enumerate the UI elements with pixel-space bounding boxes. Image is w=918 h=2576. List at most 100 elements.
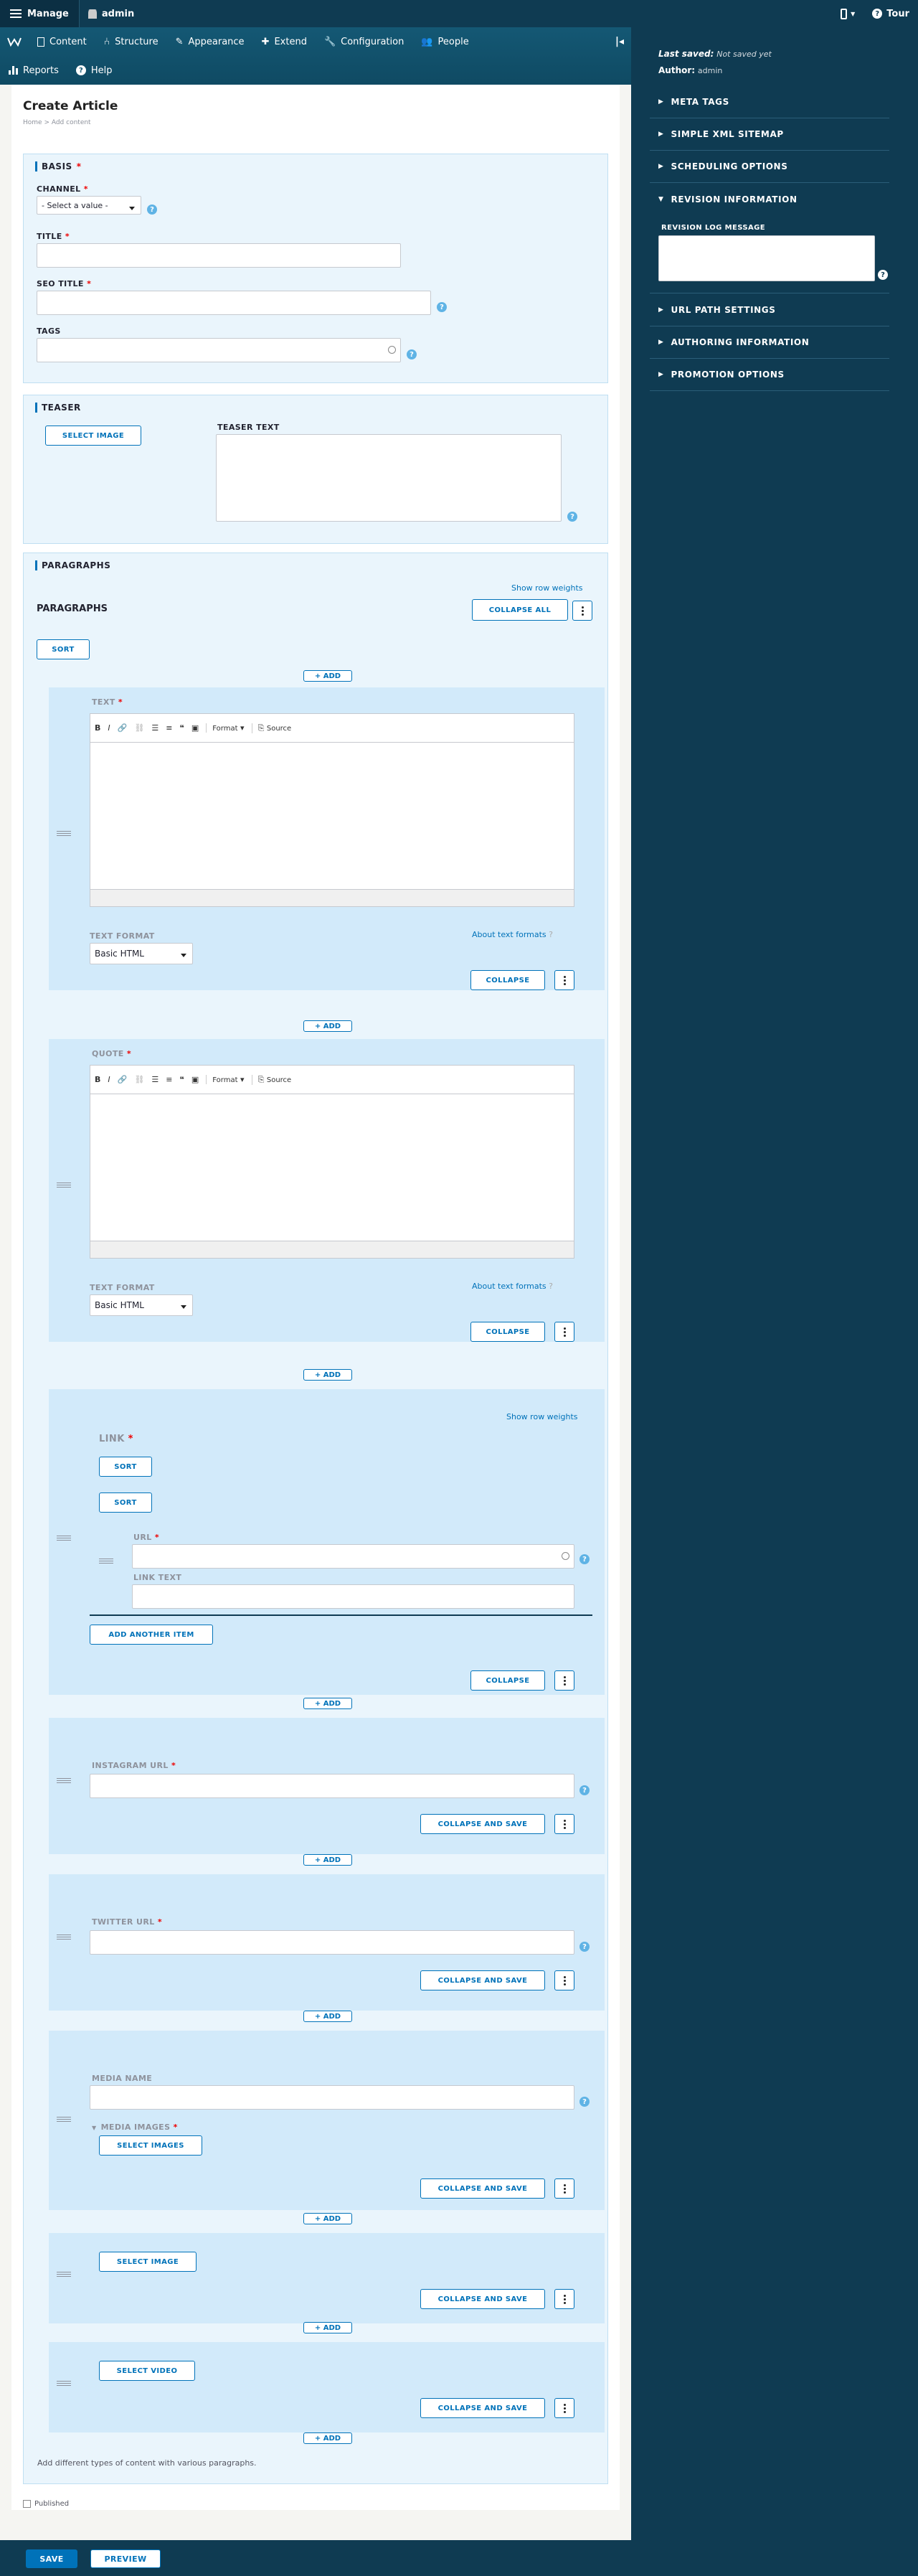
sidebar-section-revision-information[interactable]: ▼ REVISION INFORMATION [650, 183, 889, 215]
instagram-actions-menu[interactable] [554, 1814, 574, 1834]
add-paragraph-button[interactable]: + ADD [303, 1854, 352, 1866]
menu-people[interactable]: 👥 People [412, 27, 477, 56]
teaser-text-help-icon[interactable]: ? [567, 512, 577, 522]
select-images-button[interactable]: SELECT IMAGES [99, 2135, 202, 2156]
drag-handle-icon[interactable] [99, 1559, 113, 1566]
drag-handle-icon[interactable] [57, 1183, 71, 1190]
triangle-down-icon[interactable]: ▼ [92, 2125, 97, 2131]
drag-handle-icon[interactable] [57, 2117, 71, 2124]
tour-button[interactable]: ? Tour [863, 0, 918, 27]
published-checkbox[interactable] [23, 2500, 31, 2508]
teaser-select-image-button[interactable]: SELECT IMAGE [45, 426, 141, 446]
paragraphs-actions-menu[interactable] [572, 601, 592, 621]
video-collapse-save-button[interactable]: COLLAPSE AND SAVE [420, 2398, 545, 2418]
quote-actions-menu[interactable] [554, 1322, 574, 1342]
link-icon[interactable]: 🔗 [118, 1075, 128, 1084]
unlink-icon[interactable]: ⛓ [134, 723, 144, 733]
add-paragraph-button[interactable]: + ADD [303, 2011, 352, 2022]
drag-handle-icon[interactable] [57, 2381, 71, 2388]
twitter-url-input[interactable] [90, 1930, 574, 1955]
image-actions-menu[interactable] [554, 2289, 574, 2309]
sidebar-section-url-path-settings[interactable]: ▶ URL PATH SETTINGS [650, 294, 889, 326]
instagram-url-input[interactable] [90, 1774, 574, 1798]
text-editor[interactable]: B I 🔗 ⛓ ☰ ≡ ❝ ▣ Format ▾ ⎘ Source [90, 713, 574, 907]
home-logo-icon[interactable] [0, 37, 29, 47]
add-paragraph-button[interactable]: + ADD [303, 1020, 352, 1032]
add-paragraph-button[interactable]: + ADD [303, 2432, 352, 2444]
menu-appearance[interactable]: ✎ Appearance [167, 27, 253, 56]
add-another-item-button[interactable]: ADD ANOTHER ITEM [90, 1625, 213, 1645]
menu-help[interactable]: ? Help [67, 56, 121, 85]
sidebar-section-promotion-options[interactable]: ▶ PROMOTION OPTIONS [650, 359, 889, 391]
media-name-input[interactable] [90, 2085, 574, 2110]
tags-help-icon[interactable]: ? [407, 349, 417, 359]
unlink-icon[interactable]: ⛓ [134, 1075, 144, 1084]
show-row-weights-link[interactable]: Show row weights [511, 583, 583, 593]
italic-button[interactable]: I [108, 723, 110, 733]
sidebar-section-scheduling-options[interactable]: ▶ SCHEDULING OPTIONS [650, 151, 889, 183]
add-paragraph-button[interactable]: + ADD [303, 2213, 352, 2224]
drag-handle-icon[interactable] [57, 2272, 71, 2279]
format-dropdown[interactable]: Format ▾ [206, 1075, 245, 1084]
about-text-formats-link[interactable]: About text formats ? [472, 1282, 553, 1291]
twitter-actions-menu[interactable] [554, 1970, 574, 1990]
quote-collapse-button[interactable]: COLLAPSE [470, 1322, 545, 1342]
user-menu[interactable]: admin [78, 0, 143, 27]
source-button[interactable]: ⎘ Source [251, 1074, 291, 1085]
bold-button[interactable]: B [95, 723, 100, 733]
quote-format-select[interactable]: Basic HTML [90, 1294, 193, 1316]
quote-editor[interactable]: B I 🔗 ⛓ ☰ ≡ ❝ ▣ Format ▾ ⎘ Source [90, 1065, 574, 1259]
seo-title-help-icon[interactable]: ? [437, 302, 447, 312]
tags-input[interactable] [37, 338, 401, 362]
numbered-list-icon[interactable]: ≡ [166, 1075, 172, 1084]
tray-orientation-toggle[interactable]: |◂ [607, 27, 631, 56]
blockquote-icon[interactable]: ❝ [179, 1075, 184, 1084]
media-actions-menu[interactable] [554, 2178, 574, 2199]
select-image-button[interactable]: SELECT IMAGE [99, 2252, 197, 2272]
menu-content[interactable]: Content [29, 27, 95, 56]
text-actions-menu[interactable] [554, 970, 574, 990]
bulleted-list-icon[interactable]: ☰ [151, 723, 158, 733]
twitter-collapse-save-button[interactable]: COLLAPSE AND SAVE [420, 1970, 545, 1990]
text-format-select[interactable]: Basic HTML [90, 943, 193, 964]
link-sort-button-1[interactable]: SORT [99, 1457, 152, 1477]
link-icon[interactable]: 🔗 [118, 723, 128, 733]
twitter-url-help-icon[interactable]: ? [579, 1942, 590, 1952]
title-input[interactable] [37, 243, 401, 268]
manage-toggle[interactable]: Manage [0, 0, 79, 27]
image-collapse-save-button[interactable]: COLLAPSE AND SAVE [420, 2289, 545, 2309]
collapse-all-button[interactable]: COLLAPSE ALL [472, 599, 568, 621]
preview-button[interactable]: PREVIEW [90, 2549, 161, 2568]
numbered-list-icon[interactable]: ≡ [166, 723, 172, 733]
add-paragraph-button[interactable]: + ADD [303, 2322, 352, 2333]
menu-structure[interactable]: ⑃ Structure [95, 27, 167, 56]
teaser-text-textarea[interactable] [216, 434, 562, 522]
channel-select[interactable]: - Select a value - [37, 196, 141, 215]
sort-button[interactable]: SORT [37, 639, 90, 659]
link-show-row-weights[interactable]: Show row weights [506, 1412, 578, 1421]
source-button[interactable]: ⎘ Source [251, 723, 291, 733]
add-paragraph-button[interactable]: + ADD [303, 670, 352, 682]
instagram-url-help-icon[interactable]: ? [579, 1785, 590, 1795]
bold-button[interactable]: B [95, 1075, 100, 1084]
link-text-input[interactable] [132, 1584, 574, 1609]
drag-handle-icon[interactable] [57, 1778, 71, 1785]
seo-title-input[interactable] [37, 291, 431, 315]
revision-log-textarea[interactable] [658, 235, 875, 281]
blockquote-icon[interactable]: ❝ [179, 723, 184, 733]
media-name-help-icon[interactable]: ? [579, 2097, 590, 2107]
image-icon[interactable]: ▣ [191, 723, 199, 733]
sidebar-section-simple-xml-sitemap[interactable]: ▶ SIMPLE XML SITEMAP [650, 118, 889, 151]
device-preview-button[interactable]: ▼ [832, 0, 863, 27]
select-video-button[interactable]: SELECT VIDEO [99, 2361, 195, 2381]
link-actions-menu[interactable] [554, 1670, 574, 1691]
add-paragraph-button[interactable]: + ADD [303, 1698, 352, 1709]
text-collapse-button[interactable]: COLLAPSE [470, 970, 545, 990]
drag-handle-icon[interactable] [57, 1536, 71, 1543]
save-button[interactable]: SAVE [26, 2549, 77, 2568]
menu-reports[interactable]: Reports [0, 56, 67, 85]
url-input[interactable] [132, 1544, 574, 1569]
media-collapse-save-button[interactable]: COLLAPSE AND SAVE [420, 2178, 545, 2199]
drag-handle-icon[interactable] [57, 831, 71, 838]
menu-configuration[interactable]: 🔧 Configuration [316, 27, 412, 56]
